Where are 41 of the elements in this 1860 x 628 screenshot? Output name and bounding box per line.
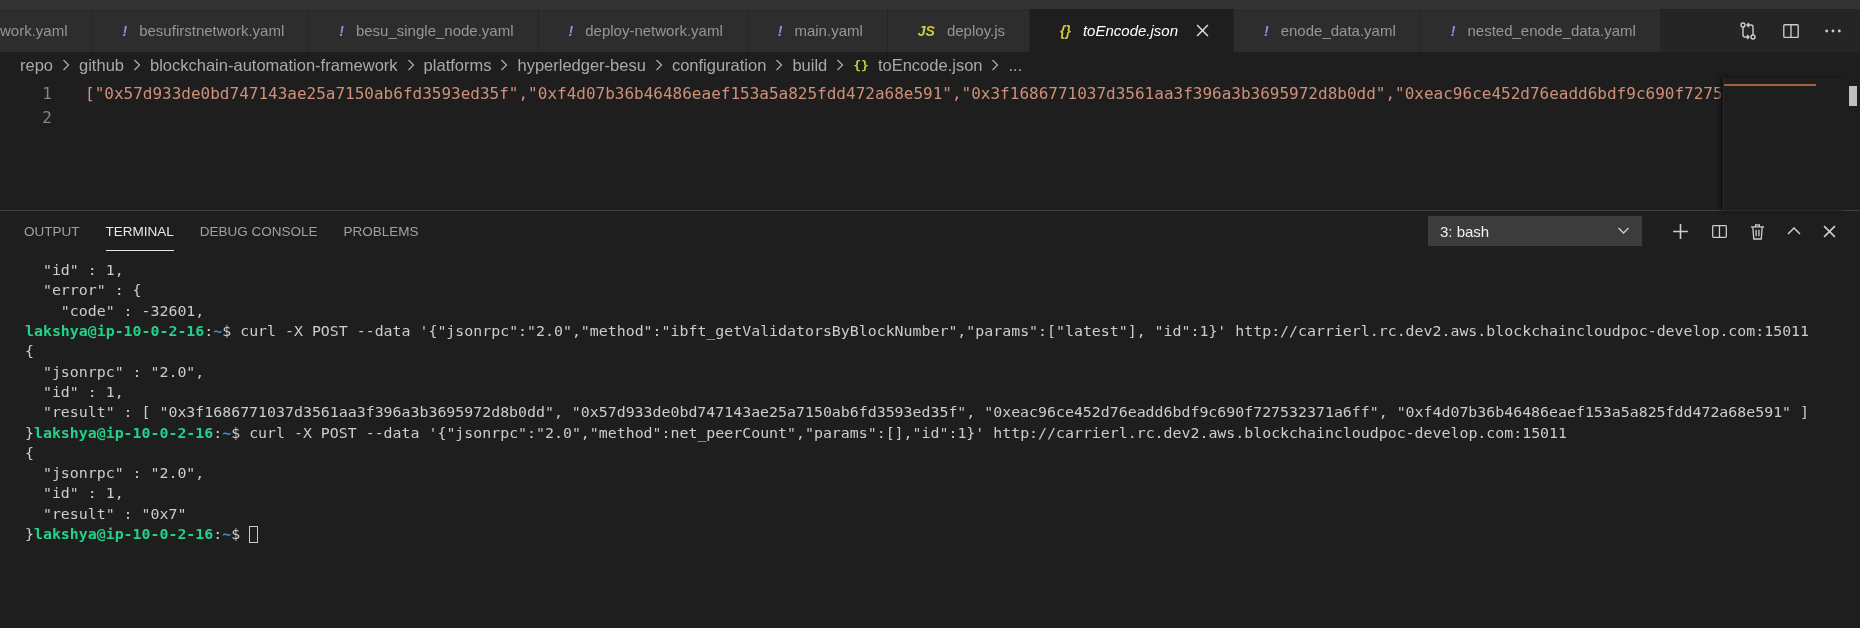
breadcrumb-item[interactable]: ... [1008,55,1023,75]
editor-tab[interactable]: {} toEncode.json [1030,9,1234,52]
terminal-line: "jsonrpc" : "2.0", [41,362,205,381]
editor-tab[interactable]: JS deploy.js [887,9,1031,52]
terminal-line: { [25,443,34,462]
terminal-line: "id" : 1, [41,484,124,503]
terminal-line: "id" : 1, [41,261,124,280]
terminal-line: "jsonrpc" : "2.0", [41,464,205,483]
breadcrumb-item[interactable]: configuration [671,55,767,75]
panel-tab[interactable]: TERMINAL [105,212,174,251]
terminal-line: }lakshya@ip-10-0-2-16:~$ curl -X POST --data '{"jsonrpc":"2.0","method":net_peerCount","params":[],"id":1}' http://carrierl.rc.dev2.aws.blockchaincloudpoc-develop.com:15011 [25,423,1567,442]
terminal-select[interactable]: 3: bash [1428,216,1642,246]
breadcrumb-item[interactable]: hyperledger-besu [517,55,646,75]
breadcrumb-item[interactable]: platforms [423,55,492,75]
breadcrumb-item[interactable]: toEncode.json [877,55,983,75]
terminal-line: "result" : "0x7" [41,504,187,523]
editor-tab[interactable]: ! main.yaml [747,9,888,52]
json-icon: {} [853,57,869,73]
breadcrumb-item[interactable]: blockchain-automation-framework [150,55,398,75]
line-number: 2 [41,107,52,127]
breadcrumb-item[interactable]: repo [20,55,54,75]
breadcrumb-item[interactable]: github [79,55,124,75]
line-number: 1 [41,83,52,103]
terminal-line: }lakshya@ip-10-0-2-16:~$ [25,525,242,543]
terminal-line: "result" : [ "0x3f1686771037d3561aa3f396a3b3695972d8b0dd", "0x57d933de0bd747143ae25a7150ab6fd3593ed35f", "0xeac96ce452d76eadd6bdf9c690f727532371a6ff", "0xf4d07b36b46486eaef153a5a825fdd472a68e591" ] [41,403,1810,422]
editor-tab[interactable]: ! nested_enode_data.yaml [1420,9,1661,52]
terminal-line: "code" : -32601, [59,301,205,320]
panel-tab[interactable]: PROBLEMS [343,212,419,251]
editor-tab[interactable]: work.yaml [0,9,93,52]
terminal-line: lakshya@ip-10-0-2-16:~$ curl -X POST --data '{"jsonrpc":"2.0","method":"ibft_getValidatorsByBlockNumber","params":["latest"], "id":1}' http://carrierl.rc.dev2.aws.blockchaincloudpoc-develop.com:15011 [25,322,1810,341]
terminal-line: "error" : { [41,281,142,300]
panel-tab[interactable]: DEBUG CONSOLE [199,212,318,251]
editor-tab[interactable]: ! enode_data.yaml [1234,9,1421,52]
editor-tab[interactable]: ! besu_single_node.yaml [309,9,539,52]
breadcrumb-item[interactable]: build [792,55,828,75]
terminal-line: { [25,342,34,361]
editor-tab[interactable]: ! besufirstnetwork.yaml [92,9,310,52]
panel-tab[interactable]: OUTPUT [24,212,80,251]
code-line: ["0x57d933de0bd747143ae25a7150ab6fd3593ed35f","0xf4d07b36b46486eaef153a5a825fdd472a68e591","0x3f1686771037d3561aa3f396a3b3695972d8b0dd","0xeac96ce452d76eadd6bdf9c690f7275 [85,83,1723,103]
editor-tab[interactable]: ! deploy-network.yaml [538,9,748,52]
terminal-line: "id" : 1, [41,382,124,401]
